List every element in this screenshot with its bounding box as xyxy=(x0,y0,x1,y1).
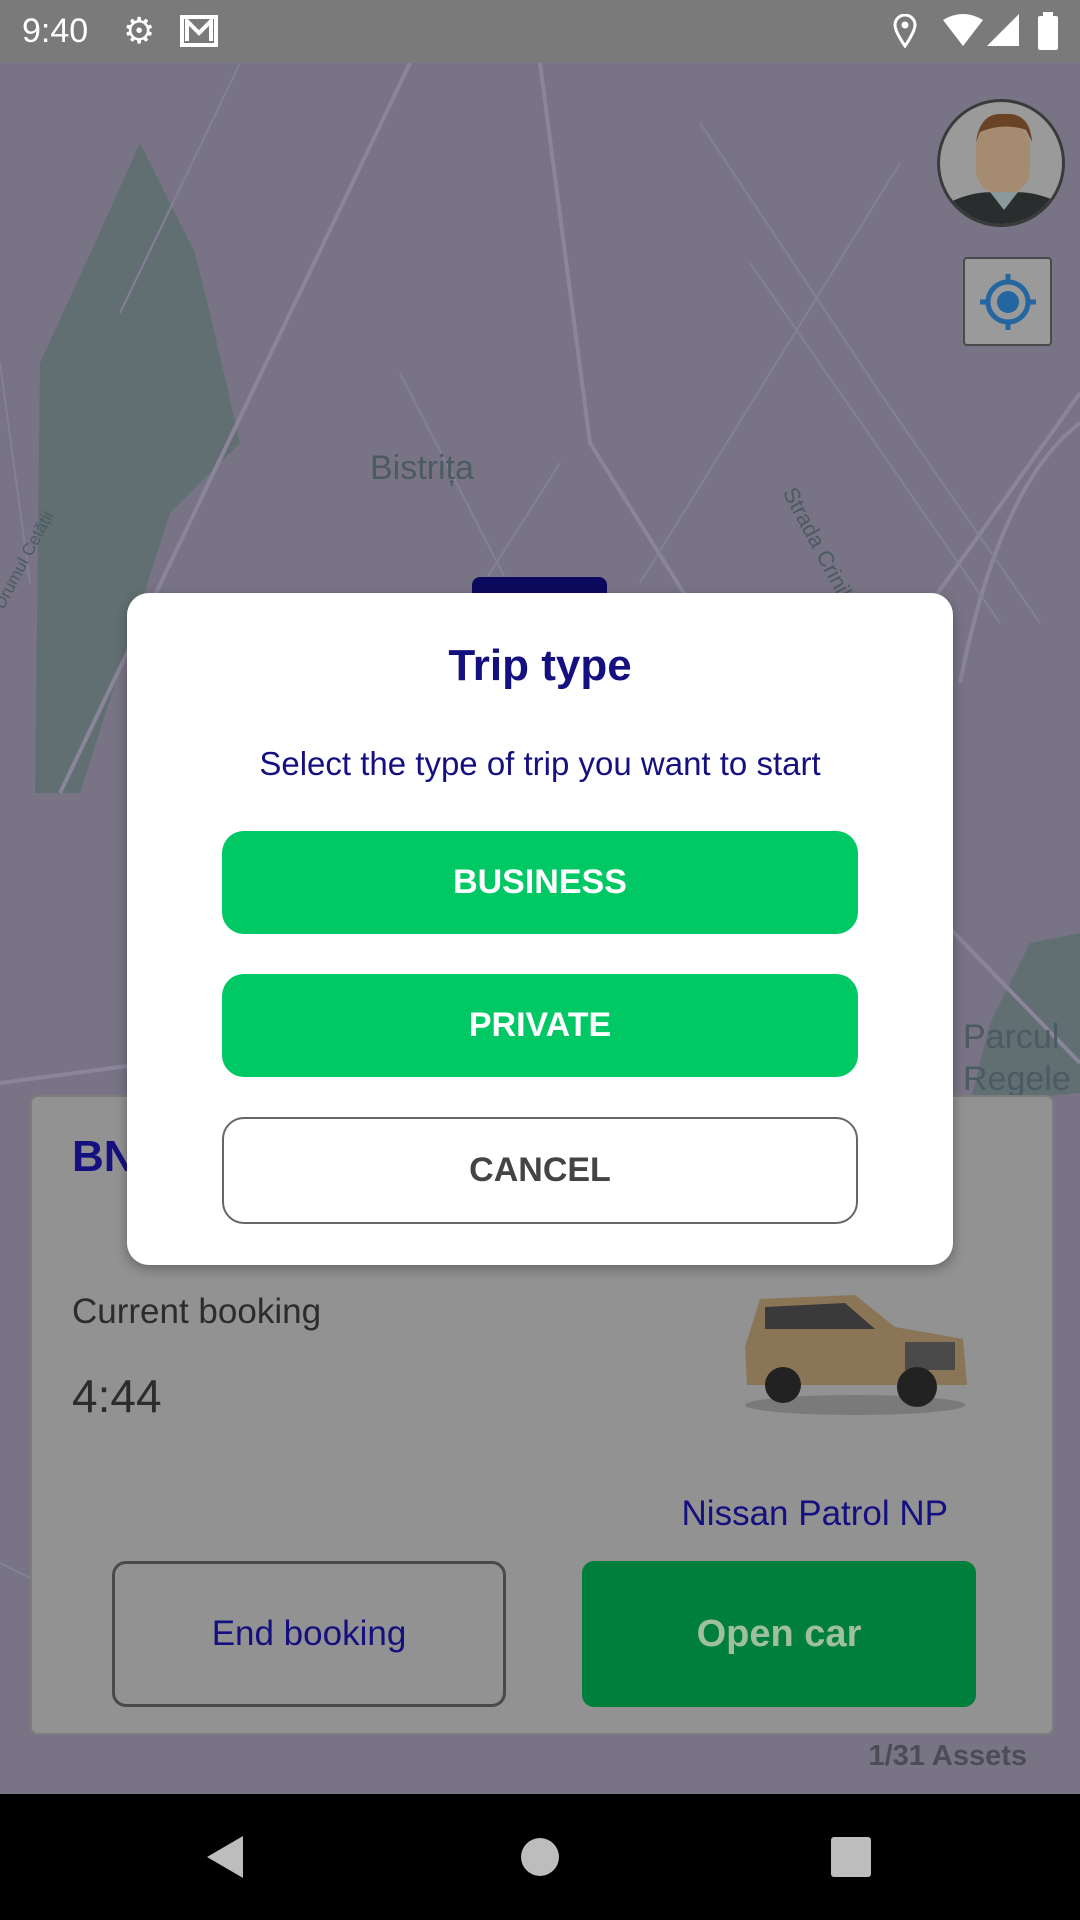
map-label-park: Parcul xyxy=(963,1018,1060,1056)
signal-icon xyxy=(987,14,1019,46)
status-time: 9:40 xyxy=(22,12,89,50)
gear-icon: ⚙ xyxy=(123,10,156,51)
open-car-button[interactable]: Open car xyxy=(582,1561,976,1707)
my-location-button[interactable] xyxy=(963,257,1052,346)
booking-timer: 4:44 xyxy=(72,1370,162,1422)
private-button[interactable]: PRIVATE xyxy=(222,974,858,1077)
cancel-button[interactable]: CANCEL xyxy=(222,1117,858,1224)
home-icon[interactable] xyxy=(519,1836,561,1878)
back-icon[interactable] xyxy=(205,1834,245,1880)
current-booking-label: Current booking xyxy=(72,1292,322,1331)
wifi-icon xyxy=(943,14,983,46)
battery-icon xyxy=(1038,12,1058,50)
recents-icon[interactable] xyxy=(831,1837,871,1877)
user-avatar-icon xyxy=(945,113,1062,224)
status-bar: 9:40 ⚙ xyxy=(0,0,1080,63)
dialog-subtitle: Select the type of trip you want to star… xyxy=(259,745,821,782)
business-button[interactable]: BUSINESS xyxy=(222,831,858,934)
location-icon xyxy=(893,14,917,48)
assets-count: 1/31 Assets xyxy=(868,1740,1027,1772)
crosshair-icon xyxy=(979,273,1036,330)
dialog-title: Trip type xyxy=(448,641,632,690)
map-label-park: Regele xyxy=(963,1060,1071,1098)
trip-type-dialog: Trip type Select the type of trip you wa… xyxy=(127,593,953,1265)
mail-icon xyxy=(180,15,218,47)
avatar[interactable] xyxy=(937,99,1065,227)
navigation-bar xyxy=(0,1794,1080,1920)
car-image xyxy=(745,1295,967,1415)
car-name: Nissan Patrol NP xyxy=(681,1494,948,1533)
end-booking-button[interactable]: End booking xyxy=(112,1561,506,1707)
map-label-city: Bistrița xyxy=(370,449,474,487)
